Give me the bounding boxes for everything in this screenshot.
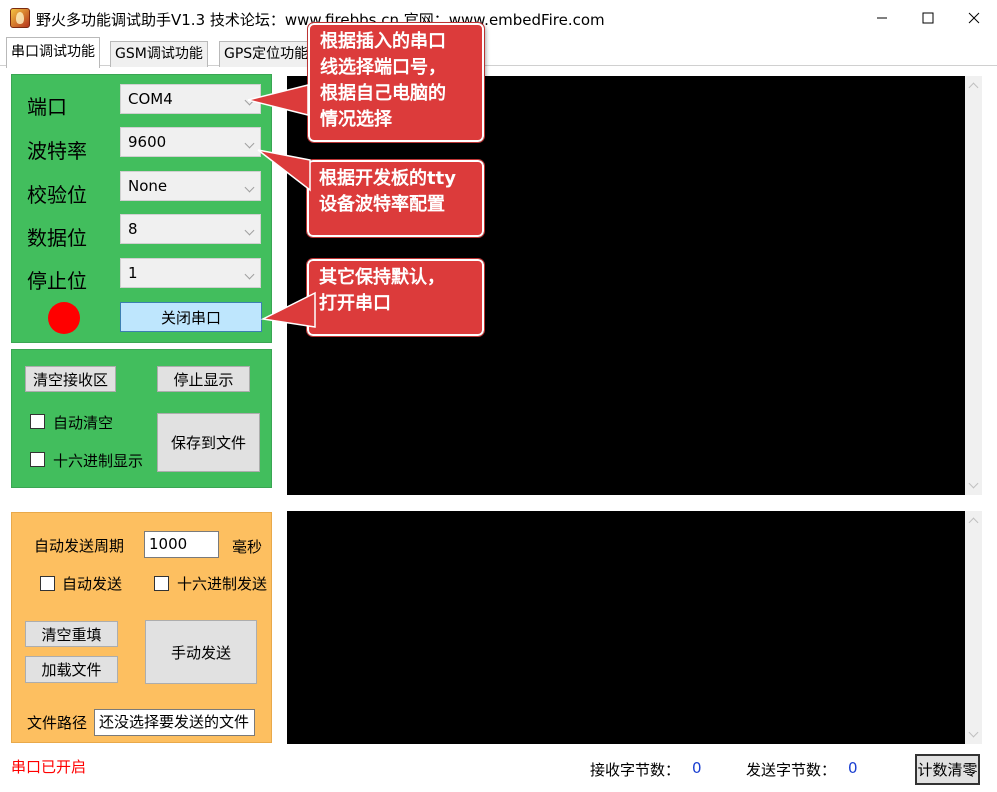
tx-count-value: 0 [848, 759, 858, 777]
parity-select-value: None [128, 177, 168, 195]
auto-send-label: 自动发送 [62, 575, 123, 593]
clear-refill-button[interactable]: 清空重填 [25, 621, 118, 647]
scroll-down-icon [968, 727, 979, 738]
maximize-icon [922, 12, 934, 24]
callout-line: 根据自己电脑的 [320, 83, 446, 104]
tab-gsm[interactable]: GSM调试功能 [110, 41, 208, 67]
maximize-button[interactable] [905, 0, 951, 36]
hex-send-label: 十六进制发送 [177, 575, 268, 593]
callout-line: 根据开发板的tty [319, 168, 456, 189]
chevron-down-icon [244, 138, 255, 149]
callout-pointer [260, 291, 316, 328]
send-text-area[interactable] [287, 511, 965, 744]
auto-send-period-input[interactable]: 1000 [144, 531, 219, 558]
manual-send-button[interactable]: 手动发送 [145, 620, 257, 684]
port-label: 端口 [27, 95, 67, 119]
load-file-button[interactable]: 加载文件 [25, 656, 118, 683]
hex-send-checkbox[interactable] [154, 576, 169, 591]
callout-line: 打开串口 [319, 293, 391, 314]
stopbits-label: 停止位 [27, 269, 87, 293]
rx-count-value: 0 [692, 759, 702, 777]
parity-label: 校验位 [27, 183, 87, 207]
port-select-value: COM4 [128, 90, 173, 108]
chevron-down-icon [244, 269, 255, 280]
save-to-file-button[interactable]: 保存到文件 [157, 413, 260, 472]
callout-pointer [257, 149, 311, 192]
close-button[interactable] [951, 0, 997, 36]
stopbits-select[interactable]: 1 [120, 258, 261, 288]
databits-select[interactable]: 8 [120, 214, 261, 244]
scroll-down-icon [968, 478, 979, 489]
stopbits-select-value: 1 [128, 264, 138, 282]
rx-count-label: 接收字节数： [590, 761, 681, 779]
hex-display-checkbox[interactable] [30, 452, 45, 467]
file-path-field[interactable]: 还没选择要发送的文件 [94, 709, 255, 736]
stop-display-button[interactable]: 停止显示 [157, 366, 250, 392]
close-port-button[interactable]: 关闭串口 [120, 302, 262, 332]
auto-clear-label: 自动清空 [53, 414, 114, 432]
callout-line: 其它保持默认， [319, 267, 445, 288]
auto-clear-checkbox[interactable] [30, 414, 45, 429]
callout-line: 线选择端口号， [320, 57, 446, 78]
callout-line: 情况选择 [320, 109, 392, 130]
close-icon [968, 12, 980, 24]
port-state-text: 串口已开启 [11, 758, 87, 776]
callout-pointer [247, 84, 309, 116]
callout-line: 设备波特率配置 [319, 194, 445, 215]
file-path-label: 文件路径 [27, 714, 88, 732]
chevron-down-icon [244, 182, 255, 193]
baud-label: 波特率 [27, 139, 87, 163]
callout-line: 根据插入的串口 [320, 31, 446, 52]
tx-count-label: 发送字节数： [746, 761, 837, 779]
port-status-indicator [48, 302, 80, 334]
receive-scrollbar[interactable] [965, 76, 982, 495]
hex-display-label: 十六进制显示 [53, 452, 144, 470]
auto-send-checkbox[interactable] [40, 576, 55, 591]
scroll-up-icon [968, 517, 979, 528]
baud-select-value: 9600 [128, 133, 167, 151]
reset-count-button[interactable]: 计数清零 [915, 754, 980, 785]
minimize-button[interactable] [859, 0, 905, 36]
scroll-up-icon [968, 82, 979, 93]
callout-port-hint: 根据插入的串口 线选择端口号， 根据自己电脑的 情况选择 [307, 22, 485, 143]
callout-open-port-hint: 其它保持默认， 打开串口 [306, 258, 485, 337]
clear-receive-button[interactable]: 清空接收区 [25, 366, 116, 392]
databits-label: 数据位 [27, 226, 87, 250]
databits-select-value: 8 [128, 220, 138, 238]
app-logo-icon [10, 8, 30, 28]
period-unit-label: 毫秒 [232, 538, 263, 556]
auto-send-period-label: 自动发送周期 [34, 537, 125, 555]
callout-baud-hint: 根据开发板的tty 设备波特率配置 [306, 159, 485, 238]
minimize-icon [877, 17, 887, 19]
chevron-down-icon [244, 225, 255, 236]
tab-serial[interactable]: 串口调试功能 [6, 37, 100, 68]
send-scrollbar[interactable] [965, 511, 982, 744]
parity-select[interactable]: None [120, 171, 261, 201]
